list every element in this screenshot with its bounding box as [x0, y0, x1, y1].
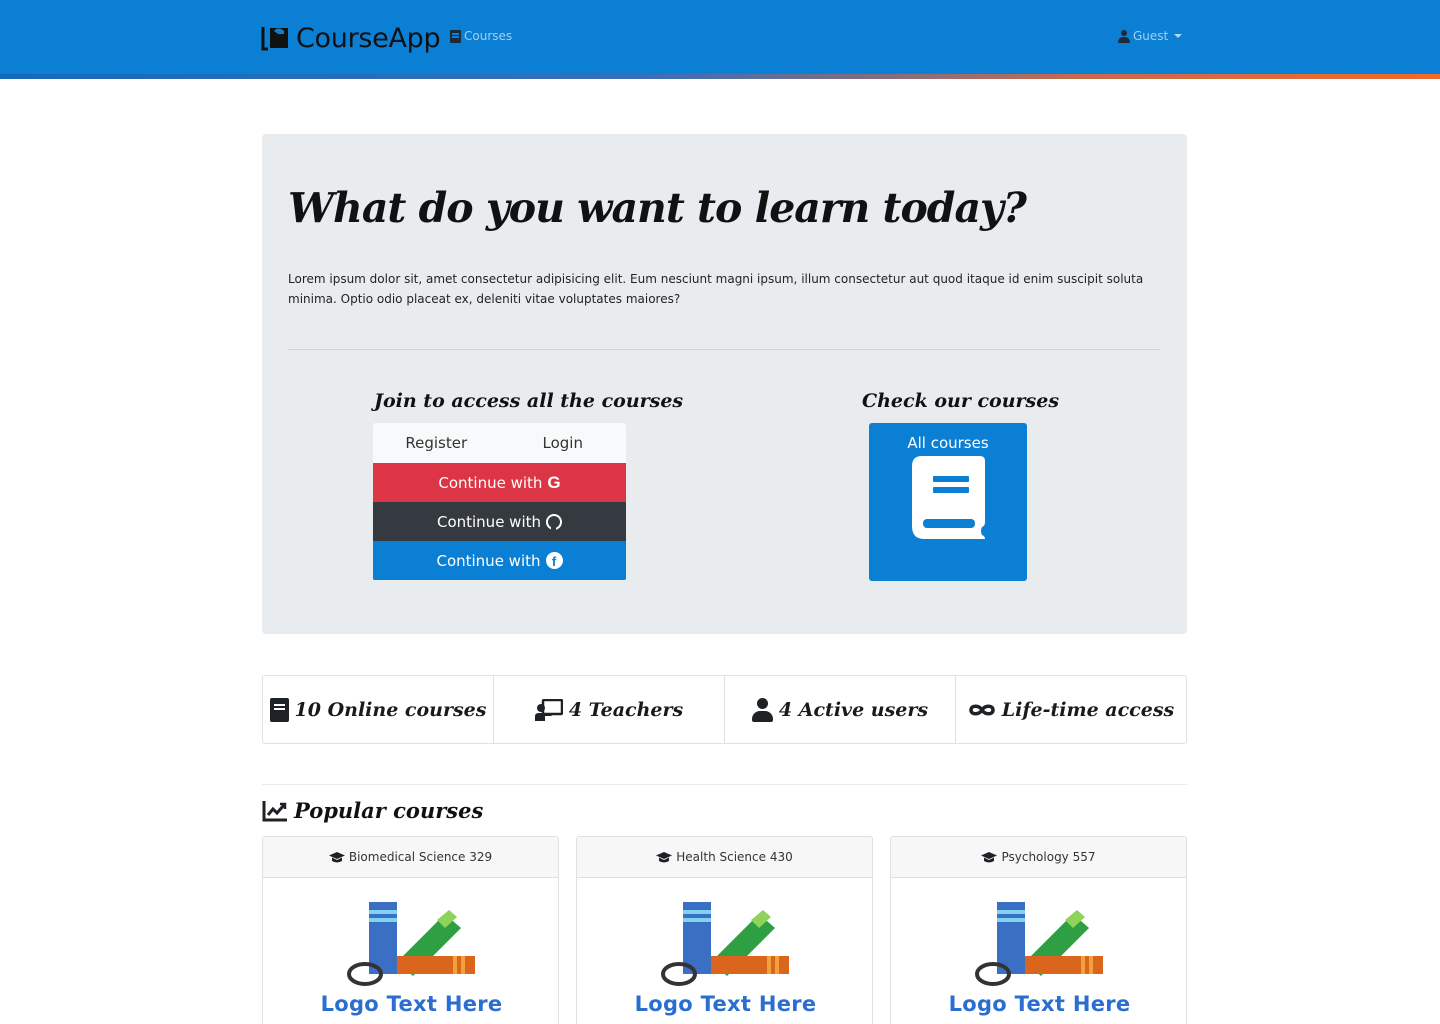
stat-teachers: 4 Teachers	[494, 676, 725, 743]
continue-with-facebook-button[interactable]: Continue with f	[373, 541, 626, 580]
course-card[interactable]: Biomedical Science 329 Logo Text Here	[262, 836, 559, 1024]
facebook-icon: f	[545, 552, 563, 569]
course-title: Psychology 557	[1001, 850, 1096, 864]
stat-active-users-label: 4 Active users	[778, 698, 929, 721]
book-icon	[912, 456, 985, 539]
check-courses-title: Check our courses	[862, 390, 1060, 412]
chart-line-icon	[262, 800, 287, 821]
popular-courses-title: Popular courses	[294, 798, 484, 823]
course-card-header: Psychology 557	[891, 837, 1186, 878]
books-logo-image	[347, 902, 475, 986]
hero-lead: Lorem ipsum dolor sit, amet consectetur …	[288, 272, 1144, 306]
google-icon: G	[547, 472, 561, 492]
course-card-header: Health Science 430	[577, 837, 872, 878]
google-button-label: Continue with	[438, 473, 543, 492]
stat-active-users: 4 Active users	[725, 676, 956, 743]
graduation-cap-icon	[656, 851, 673, 862]
course-card-image: Logo Text Here	[891, 878, 1186, 1024]
books-logo-image	[975, 902, 1103, 986]
infinity-icon	[969, 704, 995, 715]
book-icon	[269, 697, 289, 722]
stat-online-courses: 10 Online courses	[263, 676, 494, 743]
logo-text: Logo Text Here	[320, 992, 503, 1016]
github-button-label: Continue with	[436, 512, 542, 531]
graduation-cap-icon	[328, 851, 345, 862]
continue-with-github-button[interactable]: Continue with	[373, 502, 626, 541]
tab-register[interactable]: Register	[373, 423, 500, 463]
course-card-image: Logo Text Here	[577, 878, 872, 1024]
user-menu-dropdown[interactable]: Guest	[1118, 29, 1183, 43]
graduation-cap-icon	[981, 851, 998, 862]
brand-logo-icon	[260, 24, 292, 52]
chalkboard-teacher-icon	[534, 698, 563, 721]
course-card[interactable]: Psychology 557 Logo Text Here	[890, 836, 1187, 1024]
brand-link[interactable]: CourseApp	[260, 20, 441, 56]
stats-bar: 10 Online courses 4 Teachers 4 Active us…	[262, 675, 1187, 744]
tab-login[interactable]: Login	[500, 423, 627, 463]
join-title: Join to access all the courses	[374, 390, 684, 412]
stat-online-courses-label: 10 Online courses	[294, 698, 487, 721]
brand-name: CourseApp	[296, 22, 441, 54]
navbar: CourseApp Courses Guest	[0, 0, 1440, 76]
github-icon	[546, 513, 563, 531]
course-title: Biomedical Science 329	[348, 850, 493, 864]
course-card[interactable]: Health Science 430 Logo Text Here	[576, 836, 873, 1024]
book-icon	[450, 29, 461, 43]
all-courses-label: All courses	[907, 434, 989, 452]
course-card-header: Biomedical Science 329	[263, 837, 558, 878]
facebook-button-label: Continue with	[436, 551, 541, 570]
auth-panel: Register Login Continue with G Continue …	[373, 423, 626, 581]
navbar-accent-stripe	[0, 74, 1440, 79]
nav-courses-link[interactable]: Courses	[450, 29, 512, 43]
hero-divider	[288, 349, 1160, 350]
caret-down-icon	[1174, 34, 1183, 38]
course-card-image: Logo Text Here	[263, 878, 558, 1024]
course-title: Health Science 430	[676, 850, 793, 864]
continue-with-google-button[interactable]: Continue with G	[373, 463, 626, 502]
section-divider	[262, 784, 1187, 785]
popular-courses-heading: Popular courses	[262, 798, 483, 823]
user-icon	[751, 697, 773, 722]
stat-lifetime-access-label: Life-time access	[1001, 698, 1175, 721]
hero-title: What do you want to learn today?	[288, 184, 1027, 232]
stat-teachers-label: 4 Teachers	[568, 698, 684, 721]
hero-jumbotron: What do you want to learn today? Lorem i…	[262, 134, 1187, 634]
nav-courses-label: Courses	[464, 29, 513, 43]
auth-tabs: Register Login	[373, 423, 626, 463]
all-courses-button[interactable]: All courses	[869, 423, 1027, 581]
user-menu-label: Guest	[1133, 29, 1169, 43]
logo-text: Logo Text Here	[634, 992, 817, 1016]
books-logo-image	[661, 902, 789, 986]
stat-lifetime-access: Life-time access	[956, 676, 1186, 743]
logo-text: Logo Text Here	[948, 992, 1131, 1016]
user-icon	[1118, 29, 1130, 43]
